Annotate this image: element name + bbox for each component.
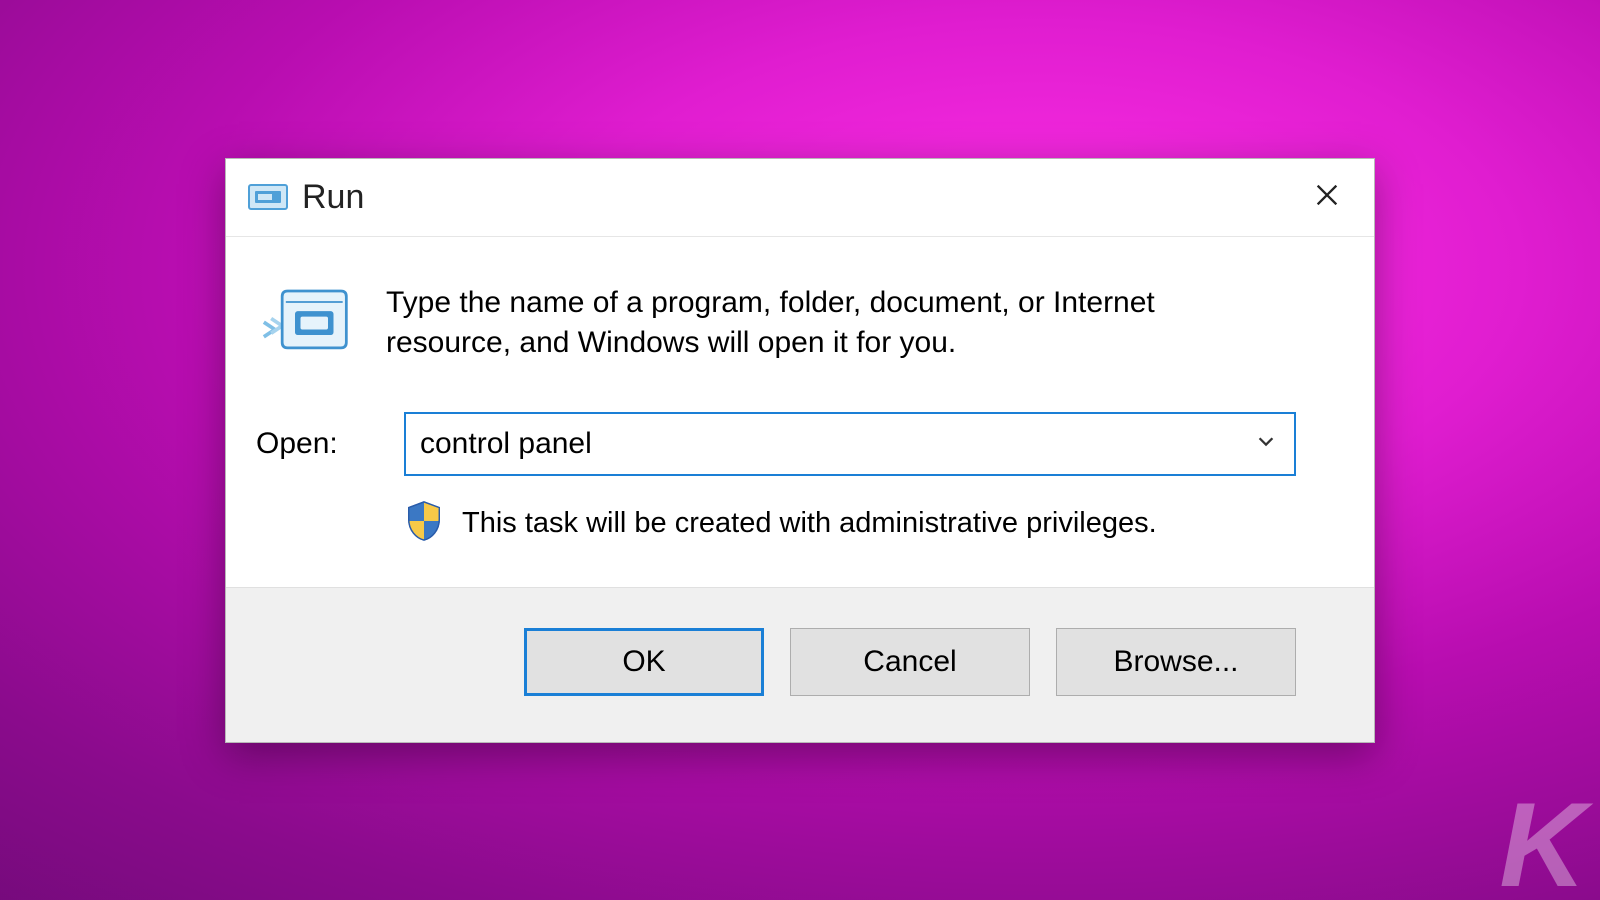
- titlebar[interactable]: Run: [226, 159, 1374, 237]
- cancel-button[interactable]: Cancel: [790, 628, 1030, 696]
- run-icon: [248, 182, 288, 212]
- close-icon: [1313, 181, 1341, 214]
- uac-shield-icon: [404, 500, 444, 547]
- dialog-footer: OK Cancel Browse...: [226, 587, 1374, 742]
- close-button[interactable]: [1292, 169, 1362, 225]
- admin-privileges-text: This task will be created with administr…: [462, 507, 1157, 540]
- open-input[interactable]: [420, 427, 1248, 461]
- run-dialog: Run: [225, 158, 1375, 743]
- open-combobox[interactable]: [404, 412, 1296, 476]
- combobox-dropdown-button[interactable]: [1248, 426, 1284, 462]
- ok-button[interactable]: OK: [524, 628, 764, 696]
- dialog-body: Type the name of a program, folder, docu…: [226, 237, 1374, 587]
- dialog-title: Run: [302, 178, 364, 217]
- watermark: K: [1499, 776, 1582, 900]
- dialog-description: Type the name of a program, folder, docu…: [386, 283, 1286, 364]
- open-label: Open:: [256, 427, 376, 461]
- chevron-down-icon: [1255, 430, 1277, 457]
- browse-button[interactable]: Browse...: [1056, 628, 1296, 696]
- run-large-icon: [262, 285, 350, 368]
